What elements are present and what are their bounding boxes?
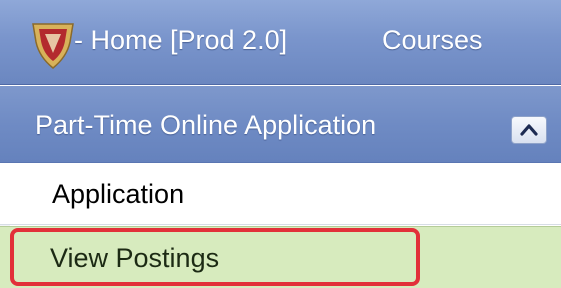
shield-logo-icon[interactable] bbox=[30, 20, 76, 70]
section-header: Part-Time Online Application bbox=[0, 86, 561, 163]
collapse-section-button[interactable] bbox=[511, 116, 547, 144]
menu-item-application[interactable]: Application bbox=[0, 163, 561, 225]
menu-item-label: Application bbox=[52, 179, 185, 209]
menu-item-label: View Postings bbox=[50, 243, 220, 273]
top-navigation-bar: - Home [Prod 2.0] Courses bbox=[0, 0, 561, 85]
chevron-up-icon bbox=[520, 124, 538, 136]
section-title: Part-Time Online Application bbox=[35, 110, 377, 140]
page: - Home [Prod 2.0] Courses Part-Time Onli… bbox=[0, 0, 561, 288]
home-link[interactable]: - Home [Prod 2.0] bbox=[74, 25, 287, 56]
courses-link[interactable]: Courses bbox=[382, 25, 483, 56]
menu-item-view-postings[interactable]: View Postings bbox=[0, 226, 561, 288]
